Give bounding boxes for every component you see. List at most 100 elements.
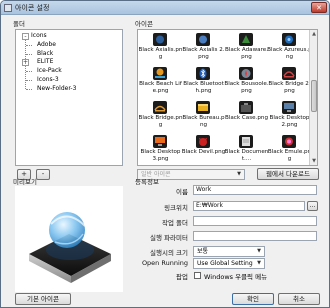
devil-icon [196, 135, 210, 148]
name-label: 이름 [176, 188, 188, 196]
icon-item[interactable]: Black Bridge.png [138, 98, 183, 131]
folder-item-adobe[interactable]: Adobe [37, 41, 56, 49]
icon-item[interactable]: Black Bureau.png [181, 98, 226, 131]
remove-folder-button[interactable]: - [36, 169, 50, 180]
icon-item[interactable]: Black Desktop 2.png [267, 98, 312, 131]
icon-item-label: Black Desktop 3.png [140, 149, 181, 162]
folder-tree[interactable]: - Icons Adobe Black + ELITE Ice-Pack Ico… [15, 29, 123, 166]
scroll-down-icon[interactable]: ▼ [310, 157, 317, 165]
case-icon [239, 101, 253, 114]
link-location-field[interactable]: E:₩Work [193, 201, 305, 211]
icons-label: 아이콘 [135, 20, 153, 28]
icon-item[interactable]: Black Bluetooth.png [181, 64, 226, 97]
icon-item-label: Black Axialis 2.png [182, 47, 225, 60]
chevron-down-icon: ▼ [257, 260, 261, 266]
icon-item[interactable]: Black Document.... [224, 132, 269, 165]
scroll-thumb[interactable] [311, 80, 317, 112]
browse-button[interactable]: ... [307, 201, 318, 211]
tree-connector [26, 45, 32, 46]
properties-label: 등록정보 [135, 178, 159, 186]
preview-label: 미리보기 [13, 178, 37, 186]
open-running-select[interactable]: Use Global Setting ▼ [193, 258, 265, 269]
axialis-2-icon [196, 33, 210, 46]
folder-item-black[interactable]: Black [37, 50, 53, 58]
desktop-3-icon [153, 135, 167, 148]
icon-item-label: Black Bridge 2.png [268, 81, 311, 94]
run-parameters-field[interactable] [193, 231, 317, 241]
work-folder-field[interactable] [193, 216, 317, 226]
icon-item-label: Black Axialis.png [138, 47, 183, 60]
icon-item-label: Black Adaware.png [224, 47, 269, 60]
icon-item-label: Black Beach Life.png [139, 81, 182, 94]
folder-item-new-folder-3[interactable]: New-Folder-3 [37, 85, 76, 93]
default-icon-button[interactable]: 기본 아이콘 [15, 293, 71, 305]
window-title: 아이콘 설정 [15, 4, 50, 12]
icon-item[interactable]: Black Beach Life.png [138, 64, 183, 97]
open-running-label: Open Running [141, 259, 188, 267]
run-window-size-select[interactable]: 보통 ▼ [193, 246, 265, 257]
bridge-2-icon [282, 67, 296, 80]
run-parameters-label: 실행 파라미터 [150, 234, 188, 242]
work-preview-icon [29, 212, 111, 283]
scroll-up-icon[interactable]: ▲ [310, 30, 317, 38]
popup-label: 팝업 [176, 273, 188, 281]
chevron-down-icon: ▼ [237, 171, 241, 177]
tree-connector [26, 71, 32, 72]
folder-item-icons[interactable]: Icons [31, 32, 47, 40]
work-folder-label: 작업 폴더 [162, 219, 188, 227]
close-button[interactable]: ✕ [311, 2, 327, 13]
icon-item[interactable]: Black Azureus.png [267, 30, 312, 63]
icon-item-label: Black Bluetooth.png [183, 81, 224, 94]
expand-elite-icon[interactable]: + [22, 59, 29, 66]
icon-item-label: Black Bousoole.png [224, 81, 269, 94]
icon-item[interactable]: Black Axialis 2.png [181, 30, 226, 63]
folder-item-icons-3[interactable]: Icons-3 [37, 76, 59, 84]
tree-connector [26, 80, 32, 81]
icon-item[interactable]: Black Emule.png [267, 132, 312, 165]
icon-item[interactable]: Black Desktop 3.png [138, 132, 183, 165]
chevron-down-icon: ▼ [257, 248, 261, 254]
beach-life-icon [153, 67, 167, 80]
bridge-icon [153, 101, 167, 114]
preview-area [15, 186, 123, 292]
folders-label: 폴더 [13, 20, 25, 28]
adaware-icon [239, 33, 253, 46]
bousoole-icon [239, 67, 253, 80]
expand-icons-icon[interactable]: - [22, 33, 29, 40]
icon-item[interactable]: Black Case.png [224, 98, 269, 131]
axialis-icon [153, 33, 167, 46]
icon-item-label: Black Bureau.png [182, 115, 225, 128]
icon-item[interactable]: Black Devil.png [181, 132, 226, 165]
link-location-label: 링크위치 [164, 204, 188, 212]
name-field[interactable]: Work [193, 185, 317, 195]
icon-grid[interactable]: Black Axialis.png Black Axialis 2.png Bl… [137, 29, 318, 166]
icon-item[interactable]: Black Adaware.png [224, 30, 269, 63]
bluetooth-icon [196, 67, 210, 80]
open-running-value: Use Global Setting [197, 260, 253, 267]
icon-item[interactable]: Black Axialis.png [138, 30, 183, 63]
bureau-icon [196, 101, 210, 114]
run-window-size-label: 실행시의 크기 [150, 249, 188, 257]
icon-grid-scrollbar[interactable]: ▲ ▼ [309, 30, 317, 165]
icon-item[interactable]: Black Bousoole.png [224, 64, 269, 97]
cancel-button[interactable]: 취소 [278, 293, 320, 305]
icon-item-label: Black Bridge.png [138, 115, 183, 128]
icon-item[interactable]: Black Bridge 2.png [267, 64, 312, 97]
icon-item-label: Black Emule.png [267, 149, 312, 162]
run-window-size-value: 보통 [197, 248, 209, 255]
folder-item-ice-pack[interactable]: Ice-Pack [37, 67, 62, 75]
icon-item-label: Black Devil.png [181, 149, 226, 155]
azureus-icon [282, 33, 296, 46]
tree-connector [26, 89, 32, 90]
icon-item-label: Black Case.png [224, 115, 269, 121]
windows-context-menu-checkbox[interactable] [194, 272, 201, 279]
icon-settings-window: 아이콘 설정 ✕ 폴더 - Icons Adobe Black + ELITE … [0, 0, 330, 308]
title-bar[interactable]: 아이콘 설정 ✕ [1, 1, 329, 15]
download-from-web-button[interactable]: 웹에서 다운로드 [257, 168, 319, 180]
icon-item-label: Black Document.... [224, 149, 269, 162]
tree-connector [26, 54, 32, 55]
dialog-body: 폴더 - Icons Adobe Black + ELITE Ice-Pack … [3, 16, 328, 307]
windows-context-menu-label: Windows 우클릭 메뉴 [204, 273, 268, 281]
folder-item-elite[interactable]: ELITE [37, 58, 53, 66]
ok-button[interactable]: 확인 [232, 293, 274, 305]
